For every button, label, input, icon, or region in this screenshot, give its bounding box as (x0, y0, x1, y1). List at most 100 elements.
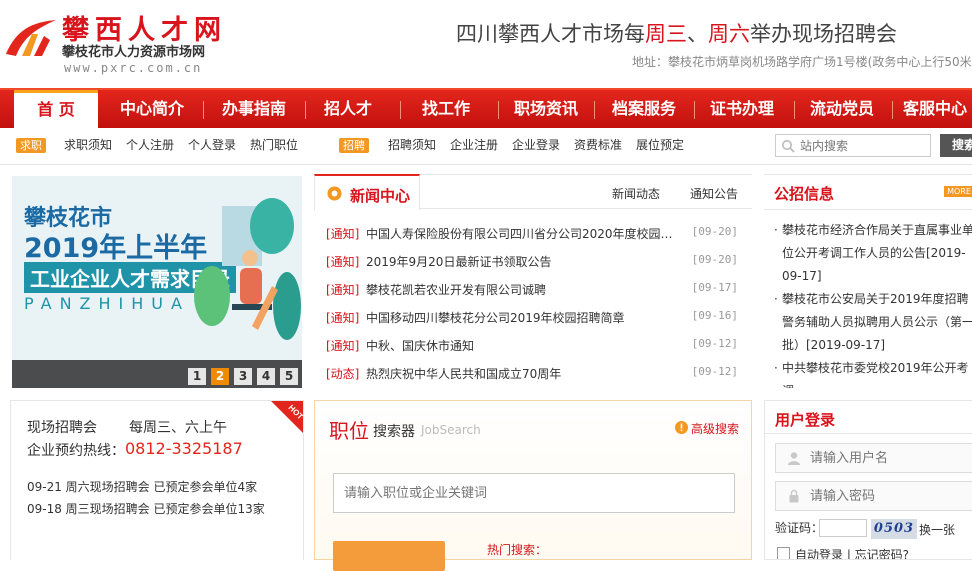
news-item[interactable]: [通知] 2019年9月20日最新证书领取公告 [09-20] (326, 253, 740, 273)
link-personal-login[interactable]: 个人登录 (188, 138, 236, 153)
captcha-refresh-link[interactable]: 换一张 (919, 521, 955, 538)
tab-news-updates[interactable]: 新闻动态 (612, 185, 660, 202)
hotline-label: 企业预约热线： (27, 443, 125, 459)
news-item[interactable]: [通知] 中秋、国庆休市通知 [09-12] (326, 337, 740, 357)
nav-item-certificates[interactable]: 证书办理 (700, 90, 784, 128)
news-link[interactable]: 中国人寿保险股份有限公司四川省分公司2020年度校园招聘简章 (366, 225, 684, 242)
news-link[interactable]: 热烈庆祝中华人民共和国成立70周年 (366, 365, 684, 382)
nav-divider (305, 101, 306, 119)
link-hire-notice[interactable]: 招聘须知 (388, 138, 436, 153)
nav-divider (794, 101, 795, 119)
tab-news-center[interactable]: 新闻中心 (314, 174, 420, 210)
nav-item-service[interactable]: 客服中心 (898, 90, 972, 128)
job-search-en: JobSearch (421, 423, 481, 437)
news-tag: [通知] (326, 311, 360, 325)
link-fees[interactable]: 资费标准 (574, 138, 622, 153)
news-link[interactable]: 中国移动四川攀枝花分公司2019年校园招聘简章 (366, 309, 684, 326)
job-fair-schedule: 每周三、六上午 (129, 420, 227, 436)
nav-item-archives[interactable]: 档案服务 (602, 90, 686, 128)
public-recruitment-title: 公招信息 (774, 185, 835, 203)
carousel-page-1[interactable]: 1 (188, 368, 206, 385)
news-date: [09-12] (691, 337, 738, 350)
news-date: [09-20] (691, 253, 738, 266)
news-title: 新闻中心 (350, 187, 411, 205)
job-fair-row[interactable]: 09-18 周三现场招聘会 已预定参会单位13家 (27, 500, 265, 517)
banner-illustration (194, 198, 301, 340)
public-recruitment-panel: 公招信息 MORE 攀枝花市经济合作局关于直属事业单位公开考调工作人员的公告[2… (764, 174, 972, 388)
auto-login-label[interactable]: 自动登录 | 忘记密码? (795, 546, 909, 559)
nav-item-party[interactable]: 流动党员 (800, 90, 884, 128)
nav-item-home[interactable]: 首 页 (14, 90, 98, 128)
news-link[interactable]: 攀枝花凯若农业开发有限公司诚聘 (366, 281, 684, 298)
slogan-highlight: 周三 (645, 22, 687, 46)
carousel-page-3[interactable]: 3 (234, 368, 252, 385)
advanced-search-link[interactable]: 高级搜索 (691, 420, 739, 437)
nav-divider (892, 101, 893, 119)
captcha-image[interactable]: 0503 (871, 519, 917, 539)
news-item[interactable]: [通知] 攀枝花凯若农业开发有限公司诚聘 [09-17] (326, 281, 740, 301)
link-personal-register[interactable]: 个人注册 (126, 138, 174, 153)
nav-item-career-news[interactable]: 职场资讯 (504, 90, 588, 128)
hot-search-label: 热门搜索： (487, 543, 548, 557)
username-input[interactable] (775, 443, 972, 473)
news-item[interactable]: [动态] 热烈庆祝中华人民共和国成立70周年 [09-12] (326, 365, 740, 385)
link-hot-jobs[interactable]: 热门职位 (250, 138, 298, 153)
announcement-item[interactable]: 攀枝花市经济合作局关于直属事业单位公开考调工作人员的公告[2019-09-17] (774, 219, 972, 288)
job-fair-label: 现场招聘会 (27, 420, 97, 436)
banner-carousel[interactable]: 攀枝花市 2019年上半年 工业企业人才需求目录 PANZHIHUA 1 2 3… (12, 176, 302, 388)
link-company-register[interactable]: 企业注册 (450, 138, 498, 153)
news-item[interactable]: [通知] 中国移动四川攀枝花分公司2019年校园招聘简章 [09-16] (326, 309, 740, 329)
more-link[interactable]: MORE (944, 186, 972, 197)
info-icon (675, 421, 688, 434)
tab-notices[interactable]: 通知公告 (690, 185, 738, 202)
hotline-number: 0812-3325187 (125, 439, 243, 458)
news-tag: [通知] (326, 283, 360, 297)
slogan-part: 、 (687, 22, 708, 46)
nav-item-recruit[interactable]: 招人才 (310, 90, 386, 128)
news-link[interactable]: 中秋、国庆休市通知 (366, 337, 684, 354)
news-tag: [通知] (326, 227, 360, 241)
link-job-notice[interactable]: 求职须知 (64, 138, 112, 153)
news-tag: [动态] (326, 367, 360, 381)
announcement-list: 攀枝花市经济合作局关于直属事业单位公开考调工作人员的公告[2019-09-17]… (774, 219, 972, 388)
nav-item-find-job[interactable]: 找工作 (408, 90, 484, 128)
carousel-page-5[interactable]: 5 (280, 368, 298, 385)
header-address: 地址：攀枝花市炳草岗机场路学府广场1号楼(政务中心上行50米 (632, 55, 972, 69)
nav-item-guide[interactable]: 办事指南 (208, 90, 300, 128)
news-tag: [通知] (326, 339, 360, 353)
job-search-button[interactable] (333, 541, 445, 571)
link-company-login[interactable]: 企业登录 (512, 138, 560, 153)
site-subtitle: 攀枝花市人力资源市场网 (62, 45, 206, 60)
nav-divider (594, 101, 595, 119)
auto-login-checkbox[interactable] (777, 547, 790, 559)
nav-divider (203, 101, 204, 119)
carousel-page-2[interactable]: 2 (211, 368, 229, 385)
captcha-input[interactable] (819, 519, 867, 537)
lock-icon (789, 489, 799, 503)
header-slogan: 四川攀西人才市场每周三、周六举办现场招聘会 (456, 18, 897, 48)
site-url: www.pxrc.com.cn (64, 61, 203, 75)
news-panel: 新闻中心 新闻动态 通知公告 [通知] 中国人寿保险股份有限公司四川省分公司202… (314, 174, 752, 388)
news-date: [09-20] (691, 225, 738, 238)
banner-line: PANZHIHUA (24, 294, 190, 313)
job-search-subtitle: 搜索器 (373, 424, 415, 440)
news-date: [09-17] (691, 281, 738, 294)
job-search-panel: 职位 搜索器 JobSearch 高级搜索 热门搜索： (314, 400, 752, 571)
search-button[interactable]: 搜索 (940, 134, 972, 157)
password-input[interactable] (775, 481, 972, 511)
job-fair-row[interactable]: 09-21 周六现场招聘会 已预定参会单位4家 (27, 478, 257, 495)
login-title: 用户登录 (775, 411, 836, 429)
nav-item-about[interactable]: 中心简介 (106, 90, 198, 128)
announcement-item[interactable]: 攀枝花市公安局关于2019年度招聘警务辅助人员拟聘用人员公示（第一批）[2019… (774, 288, 972, 357)
job-keyword-input[interactable] (333, 473, 735, 513)
link-booth-booking[interactable]: 展位预定 (636, 138, 684, 153)
news-date: [09-12] (691, 365, 738, 378)
news-tag: [通知] (326, 255, 360, 269)
carousel-page-4[interactable]: 4 (257, 368, 275, 385)
divider (765, 433, 972, 434)
site-search-input[interactable] (775, 134, 931, 157)
news-link[interactable]: 2019年9月20日最新证书领取公告 (366, 253, 684, 270)
news-item[interactable]: [通知] 中国人寿保险股份有限公司四川省分公司2020年度校园招聘简章 [09-20… (326, 225, 740, 245)
announcement-item[interactable]: 中共攀枝花市委党校2019年公开考调 (774, 357, 972, 388)
site-logo-icon[interactable] (2, 16, 58, 60)
